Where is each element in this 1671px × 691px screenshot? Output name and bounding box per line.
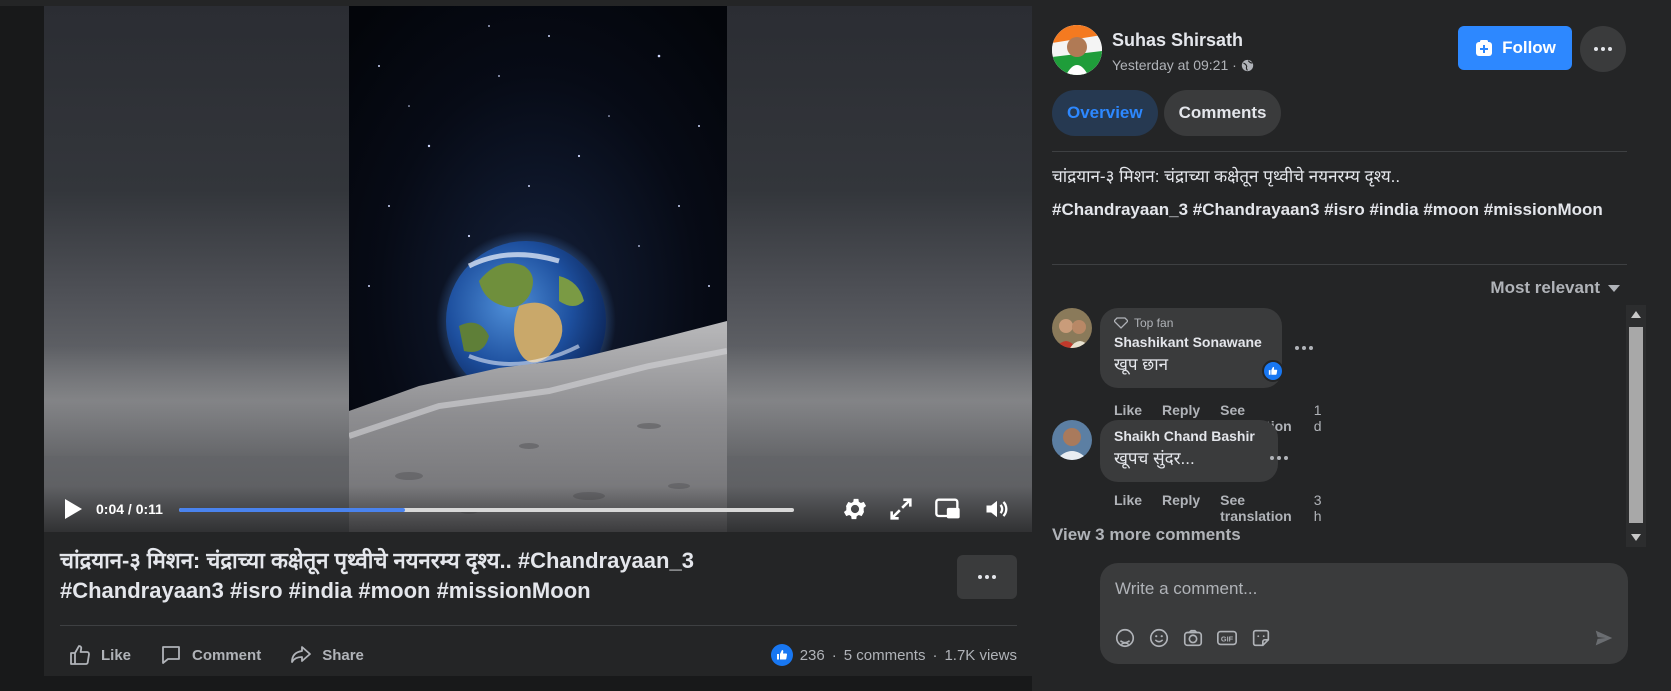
divider (1052, 151, 1627, 152)
avatar-sticker-icon[interactable] (1114, 627, 1136, 649)
like-button[interactable]: Like (68, 643, 131, 667)
commenter-avatar[interactable] (1052, 308, 1092, 348)
post-actions: Like Comment Share (68, 643, 364, 667)
post-more-options-button[interactable] (957, 555, 1017, 599)
share-button[interactable]: Share (289, 643, 364, 667)
play-icon[interactable] (62, 497, 84, 521)
comment-reply-button[interactable]: Reply (1162, 492, 1200, 524)
comment-text: खूपच सुंदर... (1114, 449, 1195, 468)
commenter-name[interactable]: Shaikh Chand Bashir (1114, 428, 1264, 444)
reaction-count[interactable]: 236 (800, 647, 825, 664)
follow-button[interactable]: Follow (1458, 26, 1572, 70)
comment-label: Comment (192, 646, 262, 664)
comment-button[interactable]: Comment (159, 643, 261, 667)
like-label: Like (101, 646, 132, 664)
video-player[interactable]: 0:04 / 0:11 (44, 6, 1032, 532)
comment-more-icon[interactable] (1295, 346, 1313, 350)
app-root: 0:04 / 0:11 चांद्रयान-३ मिशन: चंद्राच्या… (0, 0, 1671, 691)
tab-overview[interactable]: Overview (1052, 90, 1158, 136)
composer-tools: GIF (1114, 627, 1272, 649)
post-sidebar: Suhas Shirsath Yesterday at 09:21 · Foll… (1032, 6, 1671, 691)
divider (1052, 264, 1627, 265)
volume-icon[interactable] (983, 495, 1011, 523)
follow-add-icon (1476, 40, 1493, 56)
post-title-line2: #Chandrayaan3 #isro #india #moon #missio… (60, 578, 591, 603)
chevron-down-icon (1608, 284, 1620, 292)
video-time: 0:04 / 0:11 (96, 501, 163, 517)
more-dots-icon (978, 575, 996, 579)
author-name[interactable]: Suhas Shirsath (1112, 30, 1243, 51)
comment-icon (162, 646, 180, 664)
view-more-comments-link[interactable]: View 3 more comments (1052, 525, 1241, 545)
svg-text:GIF: GIF (1221, 635, 1234, 644)
sort-label: Most relevant (1490, 278, 1600, 297)
sticker-icon[interactable] (1250, 627, 1272, 649)
thumbs-up-icon (70, 645, 90, 665)
comment-count[interactable]: 5 comments (844, 647, 926, 664)
comment-like-button[interactable]: Like (1114, 492, 1142, 524)
video-progress-fill (179, 508, 405, 512)
author-more-button[interactable] (1580, 26, 1626, 72)
video-controls: 0:04 / 0:11 (44, 486, 1032, 532)
scroll-up-arrow-icon[interactable] (1631, 311, 1641, 318)
share-label: Share (322, 646, 364, 664)
view-count: 1.7K views (944, 646, 1017, 664)
top-fan-badge: Top fan (1114, 316, 1268, 330)
comment-more-icon[interactable] (1270, 456, 1288, 460)
earthrise-scene (349, 6, 727, 532)
comment-bubble: Shaikh Chand Bashir खूपच सुंदर... (1100, 420, 1278, 482)
camera-icon[interactable] (1182, 627, 1204, 649)
follow-label: Follow (1502, 38, 1556, 57)
post-timestamp[interactable]: Yesterday at 09:21 · (1112, 57, 1237, 73)
video-progress-bar[interactable] (179, 508, 794, 512)
like-reaction-icon (770, 644, 793, 666)
post-stats: 236 · 5 comments · 1.7K views (770, 644, 1017, 666)
diamond-icon (1114, 317, 1128, 329)
author-avatar[interactable] (1052, 25, 1102, 75)
video-frame[interactable] (349, 6, 727, 532)
post-meta: Yesterday at 09:21 · (1112, 57, 1254, 73)
comment-age[interactable]: 3 h (1314, 492, 1322, 524)
post-hashtags[interactable]: #Chandrayaan_3 #Chandrayaan3 #isro #indi… (1052, 197, 1627, 222)
comment-actions: Like Reply See translation 3 h (1114, 492, 1322, 524)
send-icon[interactable] (1592, 627, 1616, 649)
scroll-down-arrow-icon[interactable] (1631, 534, 1641, 541)
comment-text: खूप छान (1114, 355, 1169, 374)
sidebar-tabs: Overview Comments (1052, 90, 1282, 136)
post-description: चांद्रयान-३ मिशन: चंद्राच्या कक्षेतून पृ… (1052, 167, 1401, 186)
comment-composer: GIF (1100, 563, 1628, 664)
commenter-avatar[interactable] (1052, 420, 1092, 460)
comment-age[interactable]: 1 d (1314, 402, 1322, 434)
tab-comments[interactable]: Comments (1163, 90, 1282, 136)
comment-input[interactable] (1115, 575, 1595, 603)
scroll-thumb[interactable] (1629, 327, 1643, 523)
comment-sort-dropdown[interactable]: Most relevant (1490, 278, 1620, 298)
see-translation-link[interactable]: See translation (1220, 492, 1292, 524)
post-title-line1: चांद्रयान-३ मिशन: चंद्राच्या कक्षेतून पृ… (60, 548, 694, 573)
settings-gear-icon[interactable] (841, 495, 869, 523)
share-icon (291, 646, 312, 663)
globe-icon (1241, 59, 1253, 71)
gif-icon[interactable]: GIF (1216, 627, 1238, 649)
picture-in-picture-icon[interactable] (934, 495, 962, 523)
top-fan-label: Top fan (1134, 316, 1174, 330)
fullscreen-icon[interactable] (887, 495, 915, 523)
comment-bubble: Top fan Shashikant Sonawane खूप छान (1100, 308, 1282, 388)
comment-like-reaction-icon[interactable] (1262, 360, 1284, 382)
emoji-icon[interactable] (1148, 627, 1170, 649)
more-dots-icon (1594, 47, 1612, 51)
divider (60, 625, 1017, 626)
post-title: चांद्रयान-३ मिशन: चंद्राच्या कक्षेतून पृ… (60, 546, 860, 606)
commenter-name[interactable]: Shashikant Sonawane (1114, 334, 1268, 350)
video-column: 0:04 / 0:11 चांद्रयान-३ मिशन: चंद्राच्या… (44, 6, 1032, 676)
comments-scrollbar[interactable] (1626, 305, 1646, 547)
